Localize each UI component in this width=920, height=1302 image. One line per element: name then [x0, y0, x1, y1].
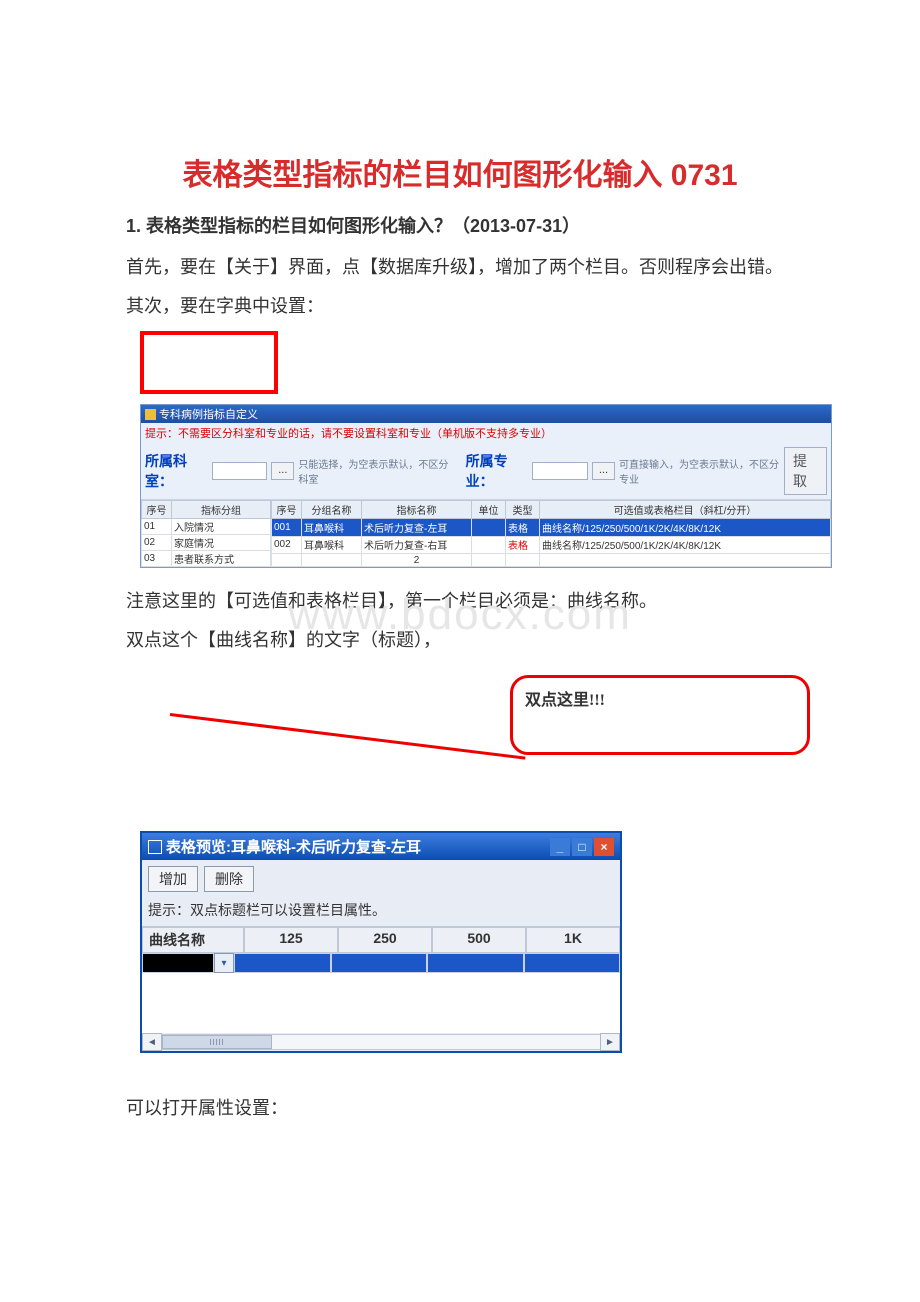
- table-row[interactable]: 2: [272, 554, 831, 567]
- label-department: 所属科室：: [145, 451, 208, 491]
- grid-blank-area: [142, 973, 620, 1033]
- maximize-button[interactable]: □: [572, 838, 592, 856]
- dropdown-icon[interactable]: ▾: [214, 953, 234, 973]
- column-header[interactable]: 125: [244, 927, 338, 953]
- paragraph-4: 双点这个【曲线名称】的文字（标题），: [90, 625, 830, 656]
- filter-row: 所属科室： ... 只能选择，为空表示默认，不区分科室 所属专业： ... 可直…: [141, 443, 831, 500]
- label-major: 所属专业：: [466, 451, 529, 491]
- table-row[interactable]: 03患者联系方式: [142, 551, 271, 567]
- paragraph-3: 注意这里的【可选值和表格栏目】，第一个栏目必须是：曲线名称。: [90, 586, 830, 617]
- hint-major: 可直接输入，为空表示默认，不区分专业: [619, 456, 780, 486]
- th: 序号: [142, 501, 172, 519]
- th: 单位: [472, 501, 506, 519]
- screenshot-table-preview: 表格预览:耳鼻喉科-术后听力复查-左耳 _ □ × 增加 删除 提示：双点标题栏…: [140, 831, 622, 1053]
- doc-title: 表格类型指标的栏目如何图形化输入 0731: [90, 150, 830, 194]
- data-row[interactable]: ▾: [142, 953, 620, 973]
- right-table[interactable]: 序号 分组名称 指标名称 单位 类型 可选值或表格栏目（斜杠/分开） 001 耳…: [271, 500, 831, 567]
- section-heading: 1. 表格类型指标的栏目如何图形化输入？（2013-07-31）: [90, 212, 830, 238]
- th: 序号: [272, 501, 302, 519]
- toolbar-tip: 提示：双点标题栏可以设置栏目属性。: [148, 898, 614, 920]
- hint-department: 只能选择，为空表示默认，不区分科室: [298, 456, 450, 486]
- callout-pointer-line: [170, 713, 526, 760]
- minimize-button[interactable]: _: [550, 838, 570, 856]
- major-input[interactable]: [532, 462, 588, 480]
- cell[interactable]: [234, 953, 331, 973]
- window-hint: 提示：不需要区分科室和专业的话，请不要设置科室和专业（单机版不支持多专业）: [141, 423, 831, 443]
- column-header[interactable]: 1K: [526, 927, 620, 953]
- scroll-right-icon[interactable]: ►: [600, 1033, 620, 1051]
- callout: 双点这里!!!: [90, 675, 830, 825]
- extract-button[interactable]: 提取: [784, 447, 827, 495]
- horizontal-scrollbar[interactable]: ◄ ►: [142, 1033, 620, 1051]
- window-title: 表格预览:耳鼻喉科-术后听力复查-左耳: [166, 836, 421, 857]
- column-header[interactable]: 曲线名称: [142, 927, 244, 953]
- column-header[interactable]: 500: [432, 927, 526, 953]
- paragraph-1: 首先，要在【关于】界面，点【数据库升级】，增加了两个栏目。否则程序会出错。: [90, 252, 830, 283]
- table-row[interactable]: 02家庭情况: [142, 535, 271, 551]
- cell[interactable]: [427, 953, 524, 973]
- table-row[interactable]: 001 耳鼻喉科 术后听力复查-左耳 表格 曲线名称/125/250/500/1…: [272, 519, 831, 536]
- red-highlight-box: [140, 331, 278, 394]
- cell[interactable]: [331, 953, 428, 973]
- screenshot-indicator-definition: 专科病例指标自定义 提示：不需要区分科室和专业的话，请不要设置科室和专业（单机版…: [140, 404, 832, 568]
- column-header[interactable]: 250: [338, 927, 432, 953]
- th: 指标名称: [362, 501, 472, 519]
- paragraph-2: 其次，要在字典中设置：: [90, 291, 830, 322]
- major-picker-button[interactable]: ...: [592, 462, 615, 480]
- scroll-thumb[interactable]: [162, 1035, 272, 1049]
- window-title: 专科病例指标自定义: [159, 406, 258, 422]
- delete-button[interactable]: 删除: [204, 866, 254, 892]
- scroll-left-icon[interactable]: ◄: [142, 1033, 162, 1051]
- th: 指标分组: [172, 501, 271, 519]
- department-picker-button[interactable]: ...: [271, 462, 294, 480]
- window-icon: [145, 409, 156, 420]
- table-row[interactable]: 002 耳鼻喉科 术后听力复查-右耳 表格 曲线名称/125/250/500/1…: [272, 536, 831, 553]
- add-button[interactable]: 增加: [148, 866, 198, 892]
- callout-box: 双点这里!!!: [510, 675, 810, 755]
- window-titlebar: 专科病例指标自定义: [141, 405, 831, 423]
- th: 可选值或表格栏目（斜杠/分开）: [540, 501, 831, 519]
- th: 类型: [506, 501, 540, 519]
- close-button[interactable]: ×: [594, 838, 614, 856]
- department-input[interactable]: [212, 462, 268, 480]
- scroll-track[interactable]: [162, 1034, 600, 1050]
- left-table[interactable]: 序号 指标分组 01入院情况 02家庭情况 03患者联系方式: [141, 500, 271, 567]
- table-row[interactable]: 01入院情况: [142, 519, 271, 535]
- callout-text: 双点这里!!!: [525, 692, 605, 709]
- cell-selected[interactable]: [142, 953, 214, 973]
- window-titlebar: 表格预览:耳鼻喉科-术后听力复查-左耳 _ □ ×: [142, 833, 620, 860]
- toolbar: 增加 删除 提示：双点标题栏可以设置栏目属性。: [142, 860, 620, 927]
- header-row[interactable]: 曲线名称 125 250 500 1K: [142, 927, 620, 953]
- cell[interactable]: [524, 953, 621, 973]
- paragraph-5: 可以打开属性设置：: [90, 1093, 830, 1124]
- th: 分组名称: [302, 501, 362, 519]
- window-icon: [148, 840, 162, 854]
